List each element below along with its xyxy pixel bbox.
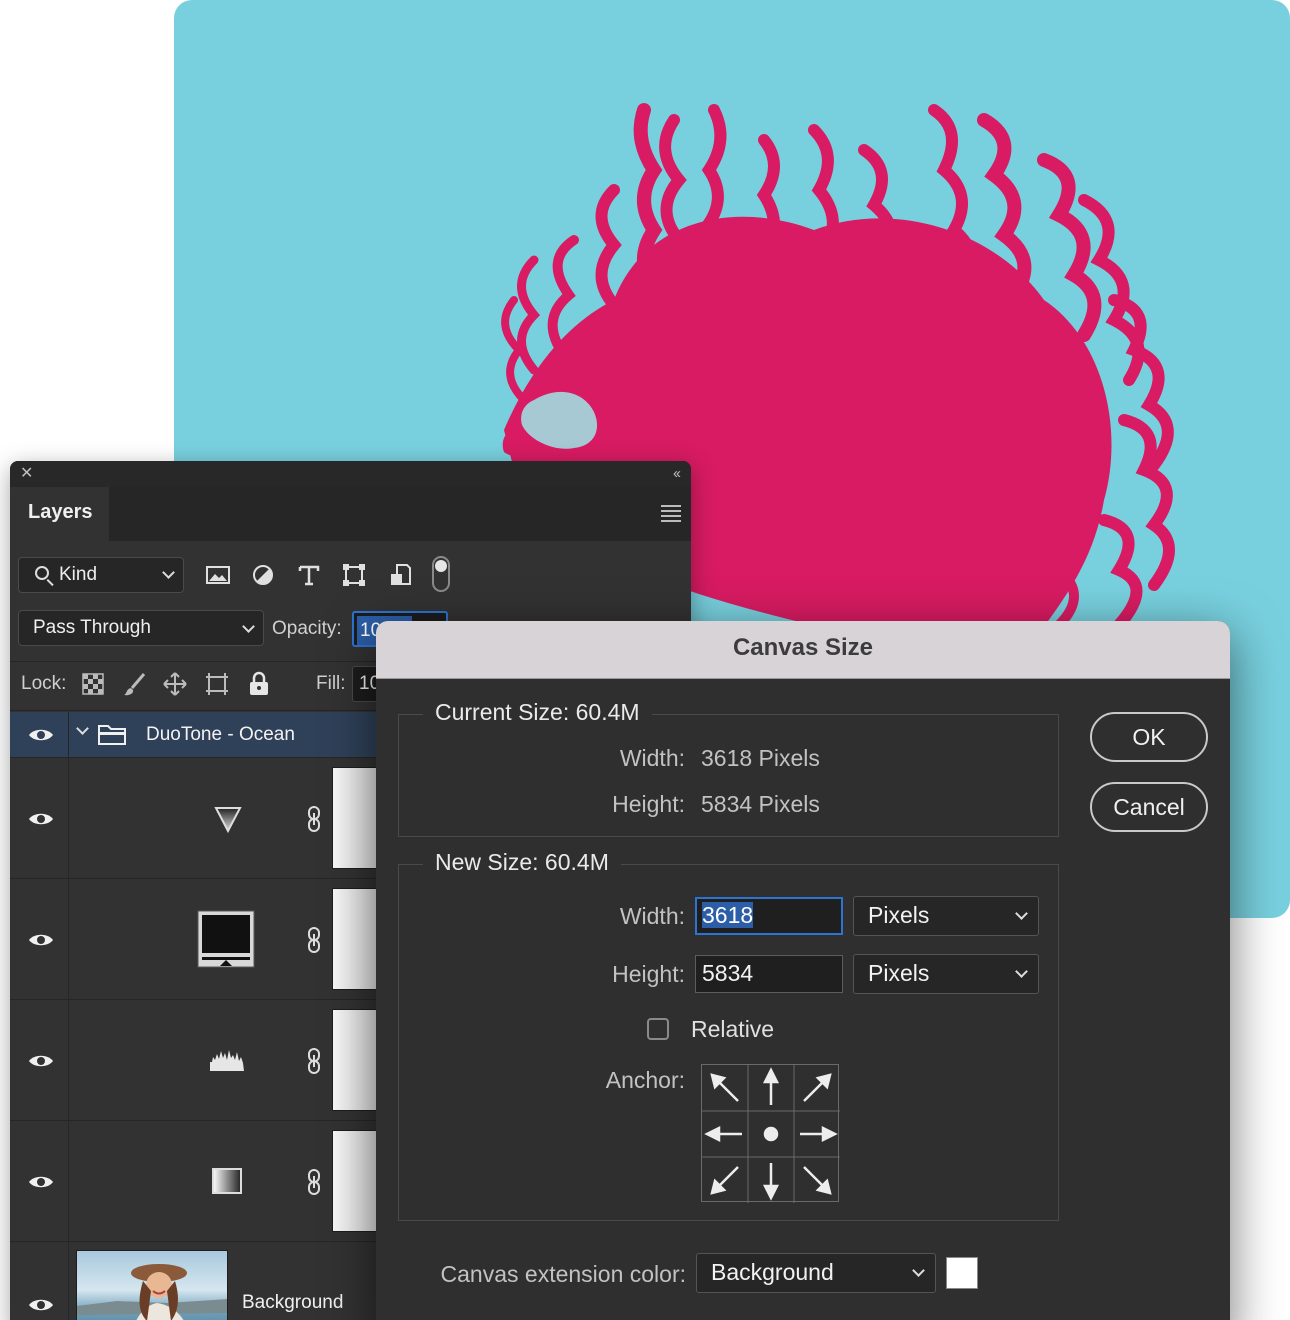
visibility-column-divider — [68, 1121, 69, 1241]
width-input-value: 3618 — [702, 902, 754, 928]
width-input[interactable]: 3618 — [695, 897, 843, 935]
exposure-icon — [197, 910, 255, 968]
blend-mode-select[interactable]: Pass Through — [18, 610, 264, 646]
lock-paint-icon[interactable] — [122, 671, 148, 697]
current-size-legend: Current Size: 60.4M — [423, 699, 652, 726]
current-width-label: Width: — [619, 745, 685, 771]
extension-color-value: Background — [711, 1259, 834, 1285]
visibility-column-divider — [68, 1242, 69, 1320]
group-name: DuoTone - Ocean — [146, 724, 295, 745]
lock-artboard-icon[interactable] — [204, 671, 230, 697]
eye-icon[interactable] — [28, 932, 54, 948]
height-input[interactable]: 5834 — [695, 955, 843, 993]
cancel-button[interactable]: Cancel — [1090, 782, 1208, 832]
search-icon — [35, 566, 49, 580]
fill-label: Fill: — [316, 673, 346, 694]
dialog-title: Canvas Size — [376, 621, 1230, 679]
close-icon[interactable]: ✕ — [20, 466, 33, 482]
filter-kind-label: Kind — [59, 564, 98, 585]
extension-color-select[interactable]: Background — [696, 1253, 936, 1293]
chevron-down-icon — [912, 1264, 925, 1277]
current-size-group: Current Size: 60.4M Width: 3618 Pixels H… — [398, 699, 1059, 837]
folder-icon — [98, 725, 126, 745]
height-label: Height: — [612, 961, 685, 987]
lock-all-icon[interactable] — [246, 671, 272, 697]
filter-toggle-icon[interactable] — [432, 556, 450, 592]
eye-icon[interactable] — [28, 811, 54, 827]
current-height-label: Height: — [612, 791, 685, 817]
smart-object-filter-icon[interactable] — [388, 562, 414, 588]
lock-transparent-icon[interactable] — [80, 671, 106, 697]
visibility-column-divider — [68, 758, 69, 878]
width-unit-label: Pixels — [868, 902, 930, 928]
chevron-down-icon — [1015, 965, 1028, 978]
opacity-label: Opacity: — [272, 618, 342, 639]
panel-titlebar: ✕ ‹‹ — [10, 461, 691, 487]
panel-tab-row: Layers — [10, 487, 691, 541]
background-layer-name: Background — [242, 1292, 344, 1313]
relative-checkbox[interactable] — [647, 1018, 669, 1040]
panel-menu-icon[interactable] — [661, 505, 681, 522]
levels-icon — [210, 1050, 244, 1071]
collapse-icon[interactable]: ‹‹ — [673, 465, 681, 482]
chevron-down-icon — [242, 620, 255, 633]
visibility-column-divider — [68, 879, 69, 999]
link-icon[interactable] — [306, 806, 322, 832]
visibility-column-divider — [68, 1000, 69, 1120]
height-unit-label: Pixels — [868, 960, 930, 986]
shape-filter-icon[interactable] — [341, 562, 367, 588]
filter-kind-select[interactable]: Kind — [18, 557, 184, 593]
current-height-value: 5834 Pixels — [701, 791, 820, 817]
current-width-value: 3618 Pixels — [701, 745, 820, 771]
portrait-photo-thumbnail — [77, 1264, 227, 1320]
background-layer-thumbnail[interactable] — [76, 1250, 228, 1320]
link-icon[interactable] — [306, 927, 322, 953]
lock-move-icon[interactable] — [162, 671, 188, 697]
extension-color-label: Canvas extension color: — [440, 1261, 686, 1287]
tab-layers[interactable]: Layers — [10, 487, 109, 541]
extension-color-swatch[interactable] — [946, 1257, 978, 1289]
relative-label: Relative — [691, 1016, 775, 1042]
adjustment-filter-icon[interactable] — [250, 562, 276, 588]
chevron-down-icon — [162, 566, 175, 579]
anchor-grid[interactable] — [701, 1064, 840, 1203]
eye-icon[interactable] — [28, 1174, 54, 1190]
chevron-down-icon[interactable] — [76, 722, 89, 735]
type-filter-icon[interactable] — [296, 562, 322, 588]
blend-mode-label: Pass Through — [33, 617, 151, 638]
gradient-fill-icon — [212, 1168, 242, 1194]
width-unit-select[interactable]: Pixels — [853, 896, 1039, 936]
anchor-label: Anchor: — [605, 1067, 685, 1093]
link-icon[interactable] — [306, 1169, 322, 1195]
eye-icon[interactable] — [28, 1297, 54, 1313]
width-label: Width: — [619, 903, 685, 929]
eye-icon[interactable] — [28, 1053, 54, 1069]
canvas-size-dialog: Canvas Size Current Size: 60.4M Width: 3… — [376, 621, 1230, 1320]
ok-button[interactable]: OK — [1090, 712, 1208, 762]
visibility-column-divider — [68, 712, 69, 757]
link-icon[interactable] — [306, 1048, 322, 1074]
chevron-down-icon — [1015, 907, 1028, 920]
eye-icon[interactable] — [28, 727, 54, 743]
anchor-arrows-icon — [702, 1065, 840, 1203]
gradient-map-icon — [214, 807, 242, 833]
image-filter-icon[interactable] — [205, 562, 231, 588]
new-size-legend: New Size: 60.4M — [423, 849, 621, 876]
height-unit-select[interactable]: Pixels — [853, 954, 1039, 994]
lock-label: Lock: — [21, 673, 67, 694]
